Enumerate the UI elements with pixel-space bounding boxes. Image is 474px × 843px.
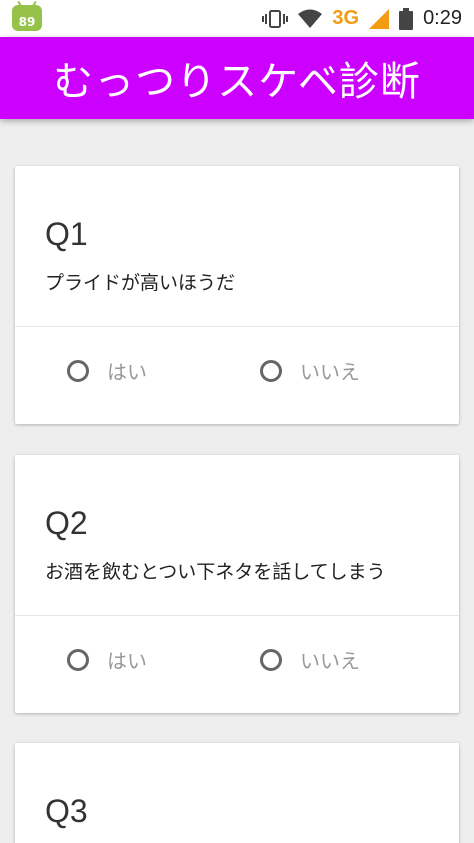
radio-button-yes[interactable] bbox=[67, 359, 89, 382]
app-title: むっつりスケベ診断 bbox=[53, 59, 421, 105]
radio-button-yes[interactable] bbox=[67, 648, 89, 671]
divider bbox=[15, 326, 459, 327]
answer-no-label[interactable]: いいえ bbox=[300, 356, 360, 385]
question-card-3: Q3 bbox=[15, 743, 459, 843]
clock: 0:29 bbox=[423, 7, 462, 29]
answer-no-option[interactable]: いいえ bbox=[260, 356, 360, 385]
status-bar: 89 3G 0:29 bbox=[0, 0, 474, 37]
question-text: お酒を飲むとつい下ネタを話してしまう bbox=[45, 561, 386, 583]
notification-badge-count: 89 bbox=[18, 15, 36, 29]
network-type-label: 3G bbox=[332, 7, 360, 29]
question-card-1: Q1 プライドが高いほうだ はい いいえ bbox=[15, 166, 459, 424]
question-number: Q1 bbox=[45, 216, 88, 252]
answer-yes-label[interactable]: はい bbox=[107, 356, 147, 385]
wifi-icon bbox=[298, 9, 323, 29]
divider bbox=[15, 615, 459, 616]
app-bar: むっつりスケベ診断 bbox=[0, 37, 474, 119]
radio-button-no[interactable] bbox=[260, 359, 282, 382]
answer-yes-option[interactable]: はい bbox=[67, 645, 147, 674]
question-text: プライドが高いほうだ bbox=[45, 272, 236, 294]
status-right: 3G 0:29 bbox=[262, 0, 462, 37]
answer-no-label[interactable]: いいえ bbox=[300, 645, 360, 674]
answer-no-option[interactable]: いいえ bbox=[260, 645, 360, 674]
answer-yes-label[interactable]: はい bbox=[107, 645, 147, 674]
android-notification-icon: 89 bbox=[12, 5, 42, 31]
battery-icon bbox=[399, 7, 414, 30]
radio-button-no[interactable] bbox=[260, 648, 282, 671]
question-number: Q2 bbox=[45, 505, 88, 541]
question-number: Q3 bbox=[45, 793, 88, 829]
vibrate-icon bbox=[262, 9, 289, 29]
signal-icon bbox=[369, 8, 390, 29]
question-card-2: Q2 お酒を飲むとつい下ネタを話してしまう はい いいえ bbox=[15, 455, 459, 713]
answer-yes-option[interactable]: はい bbox=[67, 356, 147, 385]
status-left: 89 bbox=[12, 5, 42, 31]
